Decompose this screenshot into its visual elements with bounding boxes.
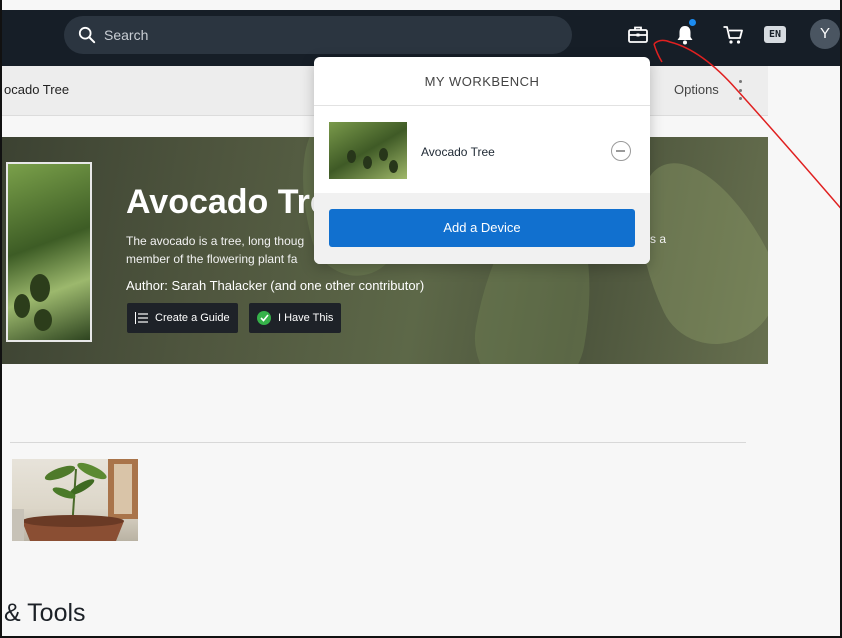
workbench-dropdown: MY WORKBENCH Avocado Tree Add a Device [314, 57, 650, 264]
workbench-button[interactable] [625, 22, 651, 48]
add-device-button[interactable]: Add a Device [329, 209, 635, 247]
search-bar[interactable]: Search [64, 16, 572, 54]
search-icon [78, 26, 96, 44]
avocado-fruit [347, 150, 356, 163]
workbench-item-thumbnail [329, 122, 407, 179]
create-guide-button[interactable]: Create a Guide [127, 303, 238, 333]
screenshot-frame: Search EN Y ocado Tree Options Avocado T… [0, 0, 842, 638]
avocado-fruit [379, 148, 388, 161]
bell-icon [677, 26, 693, 45]
parts-tools-heading: & Tools [4, 599, 86, 627]
notification-dot [689, 19, 696, 26]
workbench-item[interactable]: Avocado Tree [314, 107, 650, 193]
workbench-item-name[interactable]: Avocado Tree [421, 145, 495, 159]
search-placeholder: Search [104, 27, 149, 43]
avocado-fruit [389, 160, 398, 173]
user-avatar[interactable]: Y [810, 19, 840, 49]
notifications-button[interactable] [672, 19, 698, 48]
i-have-this-button[interactable]: I Have This [249, 303, 342, 333]
device-description-line: member of the flowering plant fa [126, 252, 298, 266]
device-description-line: The avocado is a tree, long thoug [126, 234, 305, 248]
section-divider [10, 442, 746, 443]
more-vertical-icon[interactable] [739, 80, 743, 100]
device-image [6, 162, 92, 342]
toolbox-icon [628, 26, 648, 43]
avocado-fruit [30, 274, 50, 302]
device-title: Avocado Tre [126, 183, 329, 221]
device-gallery-image[interactable] [12, 459, 138, 541]
cart-icon [723, 26, 743, 44]
avocado-fruit [34, 309, 52, 331]
avocado-fruit [363, 156, 372, 169]
create-guide-label: Create a Guide [155, 312, 230, 324]
avocado-fruit [14, 294, 30, 318]
workbench-footer: Add a Device [314, 193, 650, 264]
potted-plant-illustration [12, 459, 138, 541]
device-description: The avocado is a tree, long thoug member… [126, 232, 304, 268]
device-description-tail: s a [650, 232, 667, 246]
language-selector[interactable]: EN [764, 26, 786, 43]
options-menu[interactable]: Options [674, 82, 719, 97]
workbench-title: MY WORKBENCH [314, 57, 650, 106]
breadcrumb-current[interactable]: ocado Tree [4, 82, 69, 97]
checkmark-icon [257, 311, 271, 325]
cart-button[interactable] [720, 22, 746, 48]
list-icon [135, 312, 148, 324]
device-author: Author: Sarah Thalacker (and one other c… [126, 278, 425, 293]
i-have-this-label: I Have This [278, 312, 334, 324]
remove-circle-icon[interactable] [611, 141, 631, 161]
